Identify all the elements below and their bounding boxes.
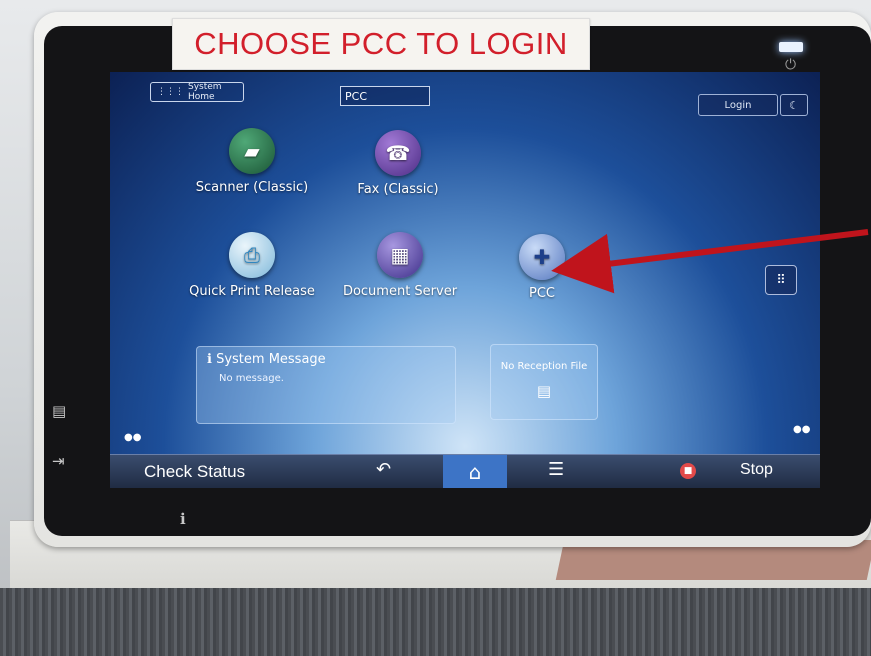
annotation-arrow (551, 229, 869, 294)
arrow-shaft (551, 229, 869, 294)
